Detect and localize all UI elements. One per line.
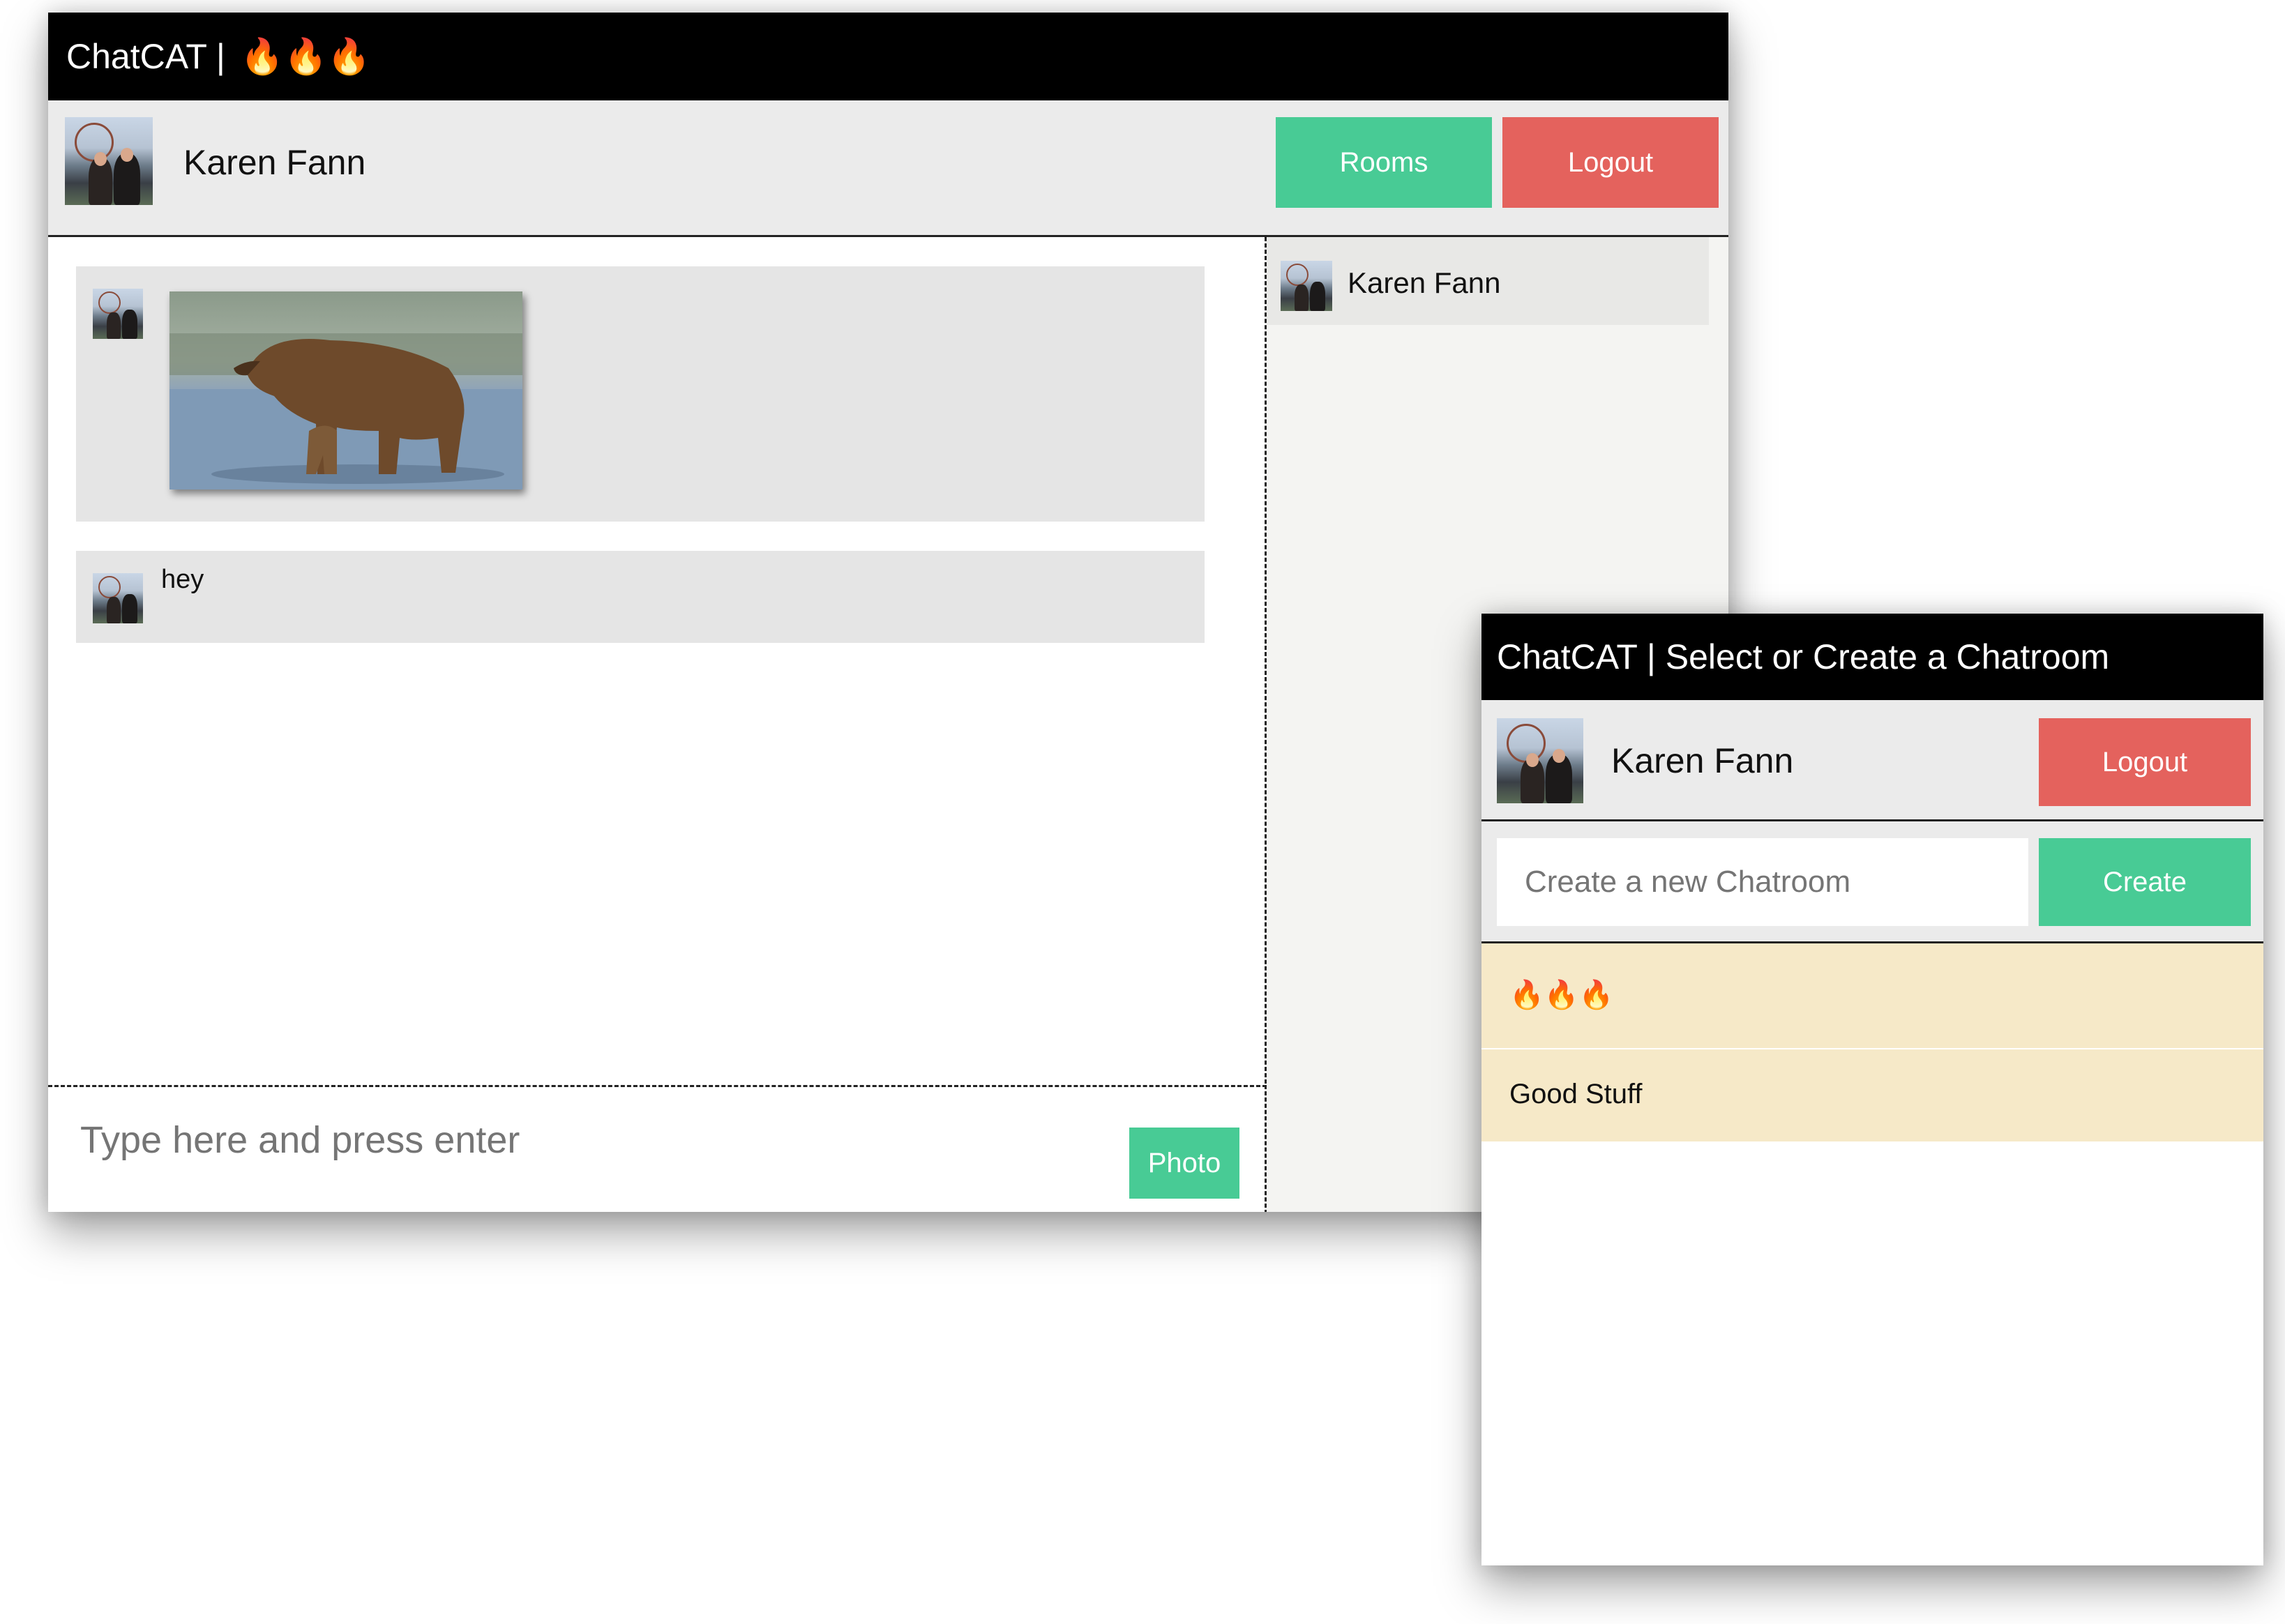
chat-window: ChatCAT | 🔥🔥🔥 Karen Fann Rooms Logout he… (48, 13, 1728, 1212)
rooms-button[interactable]: Rooms (1276, 117, 1492, 208)
room-item-label: Good Stuff (1509, 1079, 1643, 1109)
rooms-window: ChatCAT | Select or Create a Chatroom Ka… (1481, 614, 2263, 1565)
logout-button[interactable]: Logout (2039, 718, 2251, 806)
avatar (65, 117, 153, 205)
online-user-name: Karen Fann (1348, 266, 1501, 299)
avatar (93, 289, 143, 339)
create-room-bar: Create (1481, 821, 2263, 943)
logout-button[interactable]: Logout (1502, 117, 1719, 208)
messages-panel[interactable]: hey (48, 237, 1267, 1096)
bear-photo-image (169, 291, 522, 490)
composer-bar: Photo (48, 1085, 1267, 1212)
message-text: hey (76, 551, 1205, 643)
user-bar: Karen Fann Rooms Logout (48, 100, 1728, 237)
app-title: ChatCAT | (66, 37, 235, 76)
photo-button[interactable]: Photo (1129, 1128, 1239, 1199)
avatar (93, 573, 143, 623)
room-item-label: 🔥🔥🔥 (1509, 980, 1614, 1010)
rooms-title: ChatCAT | Select or Create a Chatroom (1497, 637, 2110, 676)
room-title: 🔥🔥🔥 (240, 36, 371, 76)
chat-title-bar: ChatCAT | 🔥🔥🔥 (48, 13, 1728, 100)
room-item[interactable]: Good Stuff (1481, 1049, 2263, 1141)
avatar (1497, 718, 1583, 803)
room-item[interactable]: 🔥🔥🔥 (1481, 943, 2263, 1049)
shared-photo[interactable] (169, 291, 522, 490)
message-body: hey (161, 565, 204, 594)
new-room-input[interactable] (1497, 838, 2028, 926)
create-button[interactable]: Create (2039, 838, 2251, 926)
avatar (1281, 261, 1332, 311)
room-list: 🔥🔥🔥 Good Stuff (1481, 943, 2263, 1565)
message-input[interactable] (79, 1101, 1128, 1179)
message-image (76, 266, 1205, 522)
user-name: Karen Fann (1611, 741, 1794, 780)
user-name: Karen Fann (183, 143, 366, 182)
rooms-title-bar: ChatCAT | Select or Create a Chatroom (1481, 614, 2263, 700)
online-user-item[interactable]: Karen Fann (1267, 237, 1709, 325)
user-bar: Karen Fann Logout (1481, 700, 2263, 821)
